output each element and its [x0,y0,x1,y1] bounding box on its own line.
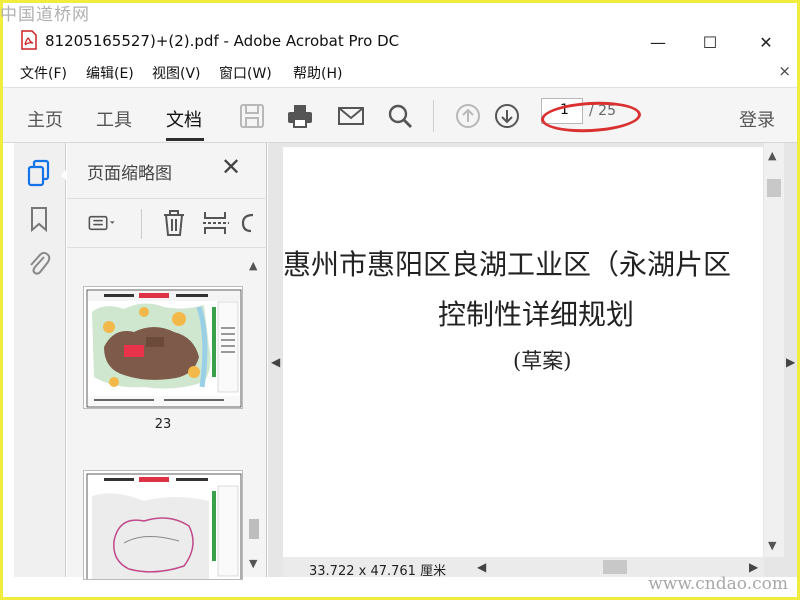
doc-scroll-up-arrow[interactable]: ▲ [768,149,776,162]
email-icon[interactable] [337,102,365,130]
window-title: 81205165527)+(2).pdf - Adobe Acrobat Pro… [45,32,400,50]
bookmark-icon[interactable] [26,205,52,233]
panel-toolbar-separator [141,209,142,239]
thumbnail-panel: 页面缩略图 ✕ 23 ▲ ▼ [67,143,267,580]
main-toolbar: 主页 工具 文档 1 / 25 登录 [3,87,797,143]
page-dimensions: 33.722 x 47.761 厘米 [309,564,447,579]
acrobat-window: 81205165527)+(2).pdf - Adobe Acrobat Pro… [3,3,797,597]
panel-title: 页面缩略图 [87,164,172,184]
navigation-rail [14,143,69,577]
document-title-line2: 控制性详细规划 [438,298,635,331]
page-thumbnail-next[interactable] [83,470,243,580]
scroll-down-arrow[interactable]: ▼ [249,557,257,570]
pdf-file-icon [21,30,37,50]
menu-file[interactable]: 文件(F) [20,63,67,83]
hscroll-thumb[interactable] [603,560,627,574]
page-thumbnail-23[interactable] [83,286,243,409]
expand-right-arrow[interactable]: ▶ [786,355,795,369]
tab-document[interactable]: 文档 [166,106,202,132]
delete-page-icon[interactable] [159,209,189,237]
close-panel-icon[interactable]: ✕ [221,153,241,181]
close-document-icon[interactable]: × [778,62,791,80]
doc-scroll-thumb[interactable] [767,179,781,197]
tab-home[interactable]: 主页 [27,106,63,132]
title-bar: 81205165527)+(2).pdf - Adobe Acrobat Pro… [3,3,797,57]
search-icon[interactable] [386,102,414,130]
minimize-button[interactable]: — [635,27,681,57]
maximize-button[interactable]: ☐ [687,27,733,57]
collapse-left-arrow[interactable]: ◀ [271,355,280,369]
pdf-page: 惠州市惠阳区良湖工业区（永湖片区 控制性详细规划 (草案) [283,147,763,557]
watermark-bottom: www.cndao.com [648,574,788,594]
tab-tools[interactable]: 工具 [96,106,132,132]
document-subtitle: (草案) [513,349,572,373]
toolbar-separator [433,100,434,132]
active-tab-indicator [166,138,204,141]
attachment-icon[interactable] [26,249,52,277]
document-title-line1: 惠州市惠阳区良湖工业区（永湖片区 [283,248,732,281]
hscroll-left-arrow[interactable]: ◀ [477,560,486,574]
document-scrollbar[interactable]: ▲ ▼ [764,143,784,557]
thumbnail-map-graphic-2 [84,471,242,579]
page-thumbnails-icon[interactable] [26,159,52,187]
rotate-page-icon[interactable] [239,209,255,237]
menu-window[interactable]: 窗口(W) [219,63,272,83]
thumbnail-label: 23 [154,417,172,432]
extract-page-icon[interactable] [201,209,231,237]
thumbnail-map-graphic [84,287,242,408]
document-viewer: ◀ 惠州市惠阳区良湖工业区（永湖片区 控制性详细规划 (草案) ▲ ▼ ▶ 33… [268,143,797,579]
doc-scroll-down-arrow[interactable]: ▼ [768,539,776,552]
menu-help[interactable]: 帮助(H) [293,63,342,83]
thumbnail-scroll-thumb[interactable] [249,519,259,539]
print-icon[interactable] [286,102,314,130]
options-menu-icon[interactable] [87,209,117,237]
save-icon[interactable] [238,102,266,130]
menu-view[interactable]: 视图(V) [152,63,201,83]
watermark-top: 中国道桥网 [0,5,90,25]
menu-bar: 文件(F) 编辑(E) 视图(V) 窗口(W) 帮助(H) × [3,59,797,85]
thumbnail-scrollbar[interactable]: ▲ ▼ [245,253,263,577]
scroll-up-arrow[interactable]: ▲ [249,259,257,272]
next-page-icon[interactable] [493,102,521,130]
login-button[interactable]: 登录 [739,106,775,132]
close-window-button[interactable]: ✕ [743,27,789,57]
panel-toolbar [67,198,267,248]
hscroll-right-arrow[interactable]: ▶ [749,560,758,574]
previous-page-icon[interactable] [454,102,482,130]
menu-edit[interactable]: 编辑(E) [86,63,134,83]
